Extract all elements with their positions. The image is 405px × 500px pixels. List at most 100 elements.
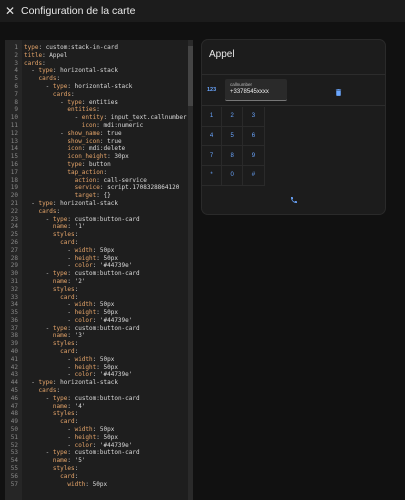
line-number: 32	[10, 285, 18, 293]
code-text: type: custom:stack-in-card	[24, 44, 118, 51]
line-number: 42	[10, 363, 18, 371]
code-line: 44 - type: horizontal-stack	[5, 379, 193, 387]
code-text: action: call-service	[74, 176, 147, 184]
code-text: - height: 50px	[24, 433, 118, 441]
keypad-key[interactable]: 3	[243, 107, 265, 127]
code-line: 32 styles:	[5, 286, 193, 294]
code-text: name: '4'	[52, 402, 86, 410]
line-number: 35	[10, 309, 18, 317]
keypad-key[interactable]: 6	[243, 126, 265, 147]
keypad: 1 2 3 4 5 6 7 8 9 * 0 #	[202, 107, 385, 186]
callnumber-input[interactable]: callnumber +3378545xxxx	[225, 79, 287, 101]
line-number: 56	[10, 472, 18, 480]
code-line: 26 card:	[5, 239, 193, 247]
yaml-code-editor[interactable]: 1 type: custom:stack-in-card 2 title: Appel…	[5, 40, 193, 500]
code-line: 29 - color: '#44739e'	[5, 262, 193, 270]
code-text: target: {}	[74, 192, 111, 200]
code-line: 56 card:	[5, 473, 193, 481]
code-line: 12 - show_name: true	[5, 130, 193, 138]
code-text: tap_action:	[67, 168, 108, 176]
code-text: title: Appel	[24, 51, 68, 59]
code-text: styles:	[52, 231, 79, 239]
editor-scrollbar-thumb[interactable]	[188, 46, 193, 106]
code-line: 52 - color: '#44739e'	[5, 442, 193, 450]
code-text: card:	[60, 293, 79, 301]
code-text: - type: custom:button-card	[24, 270, 140, 278]
delete-button[interactable]	[330, 85, 346, 99]
numeric-icon: 123	[207, 87, 217, 93]
call-button[interactable]	[202, 190, 385, 210]
code-line: 54 name: '5'	[5, 457, 193, 465]
line-number: 29	[10, 262, 18, 270]
code-text: - height: 50px	[24, 363, 118, 371]
code-text: - width: 50px	[24, 426, 115, 434]
line-number: 17	[10, 168, 18, 176]
keypad-key[interactable]: 2	[222, 107, 244, 127]
code-text: card:	[60, 238, 79, 246]
code-text: type: button	[67, 160, 111, 168]
keypad-key[interactable]: #	[243, 166, 265, 186]
keypad-key[interactable]: *	[202, 166, 222, 186]
keypad-row: 123	[202, 107, 385, 127]
line-number: 2	[14, 51, 18, 59]
code-line: 8 - type: entities	[5, 99, 193, 107]
line-number: 39	[10, 340, 18, 348]
code-line: 40 card:	[5, 348, 193, 356]
line-number: 52	[10, 441, 18, 449]
code-text: - color: '#44739e'	[24, 262, 133, 270]
code-text: cards:	[38, 387, 61, 395]
code-text: name: '5'	[52, 457, 86, 465]
code-text: - type: custom:button-card	[24, 324, 140, 332]
card-preview: Appel 123 callnumber +3378545xxxx 123456…	[202, 40, 385, 214]
line-number: 27	[10, 246, 18, 254]
code-text: name: '2'	[52, 277, 86, 285]
line-number: 21	[10, 199, 18, 207]
code-text: styles:	[52, 465, 79, 473]
callnumber-value: +3378545xxxx	[230, 89, 269, 95]
line-number: 14	[10, 145, 18, 153]
code-line: 45 cards:	[5, 387, 193, 395]
line-number: 55	[10, 465, 18, 473]
callnumber-label: callnumber	[230, 82, 253, 87]
keypad-key[interactable]: 1	[202, 107, 222, 127]
code-line: 53 - type: custom:button-card	[5, 449, 193, 457]
keypad-key[interactable]: 9	[243, 146, 265, 167]
code-text: - type: entities	[24, 98, 118, 106]
line-number: 38	[10, 332, 18, 340]
code-text: - width: 50px	[24, 301, 115, 309]
keypad-key[interactable]: 8	[222, 146, 244, 167]
code-text: width: 50px	[67, 480, 108, 488]
code-line: 50 - width: 50px	[5, 426, 193, 434]
line-number: 48	[10, 410, 18, 418]
editor-scrollbar[interactable]	[188, 40, 193, 500]
keypad-key[interactable]: 4	[202, 126, 222, 147]
code-line: 24 name: '1'	[5, 223, 193, 231]
code-text: name: '1'	[52, 223, 86, 231]
keypad-key[interactable]: 5	[222, 126, 244, 147]
line-number: 47	[10, 402, 18, 410]
code-line: 17 tap_action:	[5, 169, 193, 177]
code-text: cards:	[38, 75, 61, 83]
line-number: 18	[10, 176, 18, 184]
code-text: styles:	[52, 285, 79, 293]
code-text: icon_height: 30px	[67, 153, 129, 161]
line-number: 25	[10, 231, 18, 239]
code-line: 18 action: call-service	[5, 177, 193, 185]
code-line: 43 - color: '#44739e'	[5, 371, 193, 379]
keypad-key[interactable]: 0	[222, 166, 244, 186]
code-text: - show_name: true	[24, 129, 122, 137]
line-number: 50	[10, 426, 18, 434]
code-line: 27 - width: 50px	[5, 247, 193, 255]
code-text: icon: mdi:numeric	[81, 121, 144, 129]
code-text: - width: 50px	[24, 355, 115, 363]
line-number: 40	[10, 348, 18, 356]
line-number: 6	[14, 82, 18, 90]
keypad-key[interactable]: 7	[202, 146, 222, 167]
close-button[interactable]: ✕	[0, 0, 20, 22]
line-number: 15	[10, 153, 18, 161]
code-line: 10 - entity: input_text.callnumber	[5, 114, 193, 122]
callnumber-entity-row: 123 callnumber +3378545xxxx	[202, 74, 385, 106]
line-number: 19	[10, 184, 18, 192]
line-number: 24	[10, 223, 18, 231]
line-number: 1	[14, 44, 18, 51]
